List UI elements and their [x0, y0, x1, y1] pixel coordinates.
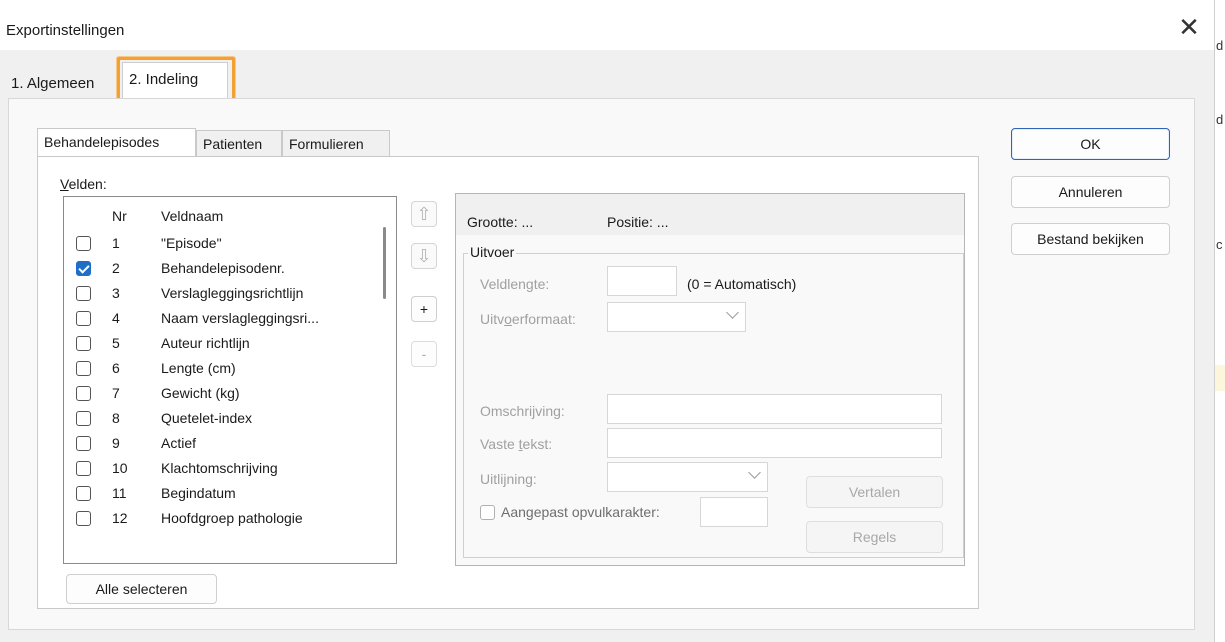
row-number: 12 [112, 510, 128, 526]
alignment-dropdown[interactable] [607, 462, 768, 492]
highlight-box [117, 57, 235, 103]
rules-button[interactable]: Regels [806, 521, 943, 553]
row-field-name: Begindatum [161, 485, 236, 501]
row-number: 5 [112, 335, 120, 351]
field-length-hint: (0 = Automatisch) [687, 276, 797, 292]
ok-button[interactable]: OK [1011, 128, 1170, 160]
window-title: Exportinstellingen [6, 22, 125, 39]
list-item[interactable]: 1 "Episode" [64, 231, 371, 256]
padding-char-input[interactable] [700, 497, 768, 527]
row-number: 8 [112, 410, 120, 426]
field-checkbox[interactable] [76, 511, 91, 526]
output-format-dropdown[interactable] [607, 302, 746, 332]
row-field-name: Naam verslagleggingsri... [161, 310, 319, 326]
position-label: Positie: ... [607, 214, 669, 230]
row-number: 9 [112, 435, 120, 451]
fixed-text-label: Vaste tekst: [480, 436, 553, 452]
list-item[interactable]: 4 Naam verslagleggingsri... [64, 306, 371, 331]
row-field-name: Actief [161, 435, 197, 451]
export-settings-dialog: Exportinstellingen ✕ 1. Algemeen 2. Inde… [0, 0, 1214, 642]
custom-padding-checkbox[interactable] [480, 505, 495, 520]
background-highlight [1215, 365, 1225, 391]
cancel-button[interactable]: Annuleren [1011, 176, 1170, 208]
row-number: 4 [112, 310, 120, 326]
description-input[interactable] [607, 394, 942, 424]
fields-list[interactable]: Nr Veldnaam 1 "Episode" 2 Behandelepisoden… [63, 196, 397, 564]
list-item[interactable]: 5 Auteur richtlijn [64, 331, 371, 356]
list-item[interactable]: 3 Verslagleggingsrichtlijn [64, 281, 371, 306]
chevron-down-icon [748, 466, 761, 479]
move-down-icon[interactable]: ⇩ [411, 243, 437, 269]
field-checkbox[interactable] [76, 236, 91, 251]
field-info-bar: Grootte: ... Positie: ... [456, 194, 964, 235]
output-group-label: Uitvoer [468, 244, 517, 260]
field-checkbox[interactable] [76, 286, 91, 301]
background-text: d [1216, 38, 1224, 53]
remove-field-button[interactable]: - [411, 341, 437, 367]
field-length-input[interactable] [607, 266, 677, 296]
row-field-name: Auteur richtlijn [161, 335, 250, 351]
close-icon[interactable]: ✕ [1172, 10, 1206, 44]
chevron-down-icon [726, 306, 739, 319]
tab-algemeen[interactable]: 1. Algemeen [8, 70, 119, 98]
custom-padding-label: Aangepast opvulkarakter: [501, 504, 660, 520]
scrollbar-thumb[interactable] [383, 227, 386, 299]
list-item[interactable]: 6 Lengte (cm) [64, 356, 371, 381]
row-number: 7 [112, 385, 120, 401]
row-field-name: Hoofdgroep pathologie [161, 510, 303, 526]
fields-label: Velden: [60, 176, 107, 192]
description-label: Omschrijving: [480, 403, 565, 419]
tab-patienten[interactable]: Patienten [196, 130, 282, 156]
column-header-nr[interactable]: Nr [112, 208, 127, 224]
tab-behandelepisodes[interactable]: Behandelepisodes [37, 128, 196, 156]
translate-button[interactable]: Vertalen [806, 476, 943, 508]
row-field-name: Lengte (cm) [161, 360, 236, 376]
alignment-label: Uitlijning: [480, 471, 537, 487]
row-field-name: Behandelepisodenr. [161, 260, 285, 276]
list-item[interactable]: 7 Gewicht (kg) [64, 381, 371, 406]
column-header-veldnaam[interactable]: Veldnaam [161, 208, 223, 224]
list-scrollbar[interactable] [371, 197, 396, 563]
background-text: d [1216, 112, 1224, 127]
row-field-name: "Episode" [161, 235, 222, 251]
field-checkbox[interactable] [76, 261, 91, 276]
fixed-text-input[interactable] [607, 428, 942, 458]
list-item[interactable]: 8 Quetelet-index [64, 406, 371, 431]
background-text: c [1216, 237, 1223, 252]
row-number: 2 [112, 260, 120, 276]
field-checkbox[interactable] [76, 436, 91, 451]
list-item[interactable]: 12 Hoofdgroep pathologie [64, 506, 371, 531]
output-format-label: Uitvoerformaat: [480, 311, 576, 327]
row-number: 6 [112, 360, 120, 376]
row-number: 1 [112, 235, 120, 251]
add-field-button[interactable]: + [411, 296, 437, 322]
tab-formulieren[interactable]: Formulieren [282, 130, 390, 156]
field-checkbox[interactable] [76, 336, 91, 351]
row-field-name: Quetelet-index [161, 410, 253, 426]
list-item[interactable]: 2 Behandelepisodenr. [64, 256, 371, 281]
row-number: 10 [112, 460, 128, 476]
list-item[interactable]: 10 Klachtomschrijving [64, 456, 371, 481]
row-number: 3 [112, 285, 120, 301]
list-item[interactable]: 9 Actief [64, 431, 371, 456]
list-header: Nr Veldnaam [64, 197, 372, 231]
row-field-name: Klachtomschrijving [161, 460, 278, 476]
background-window: d d c [1214, 0, 1225, 642]
field-checkbox[interactable] [76, 361, 91, 376]
size-label: Grootte: ... [467, 214, 534, 230]
field-checkbox[interactable] [76, 411, 91, 426]
row-field-name: Gewicht (kg) [161, 385, 240, 401]
move-up-icon[interactable]: ⇧ [411, 201, 437, 227]
title-bar: Exportinstellingen ✕ [0, 0, 1214, 50]
field-checkbox[interactable] [76, 311, 91, 326]
field-length-label: Veldlengte: [480, 276, 550, 292]
select-all-button[interactable]: Alle selecteren [66, 574, 217, 604]
view-file-button[interactable]: Bestand bekijken [1011, 223, 1170, 255]
field-checkbox[interactable] [76, 461, 91, 476]
field-checkbox[interactable] [76, 486, 91, 501]
field-checkbox[interactable] [76, 386, 91, 401]
row-field-name: Verslagleggingsrichtlijn [161, 285, 304, 301]
list-item[interactable]: 11 Begindatum [64, 481, 371, 506]
row-number: 11 [112, 485, 127, 501]
